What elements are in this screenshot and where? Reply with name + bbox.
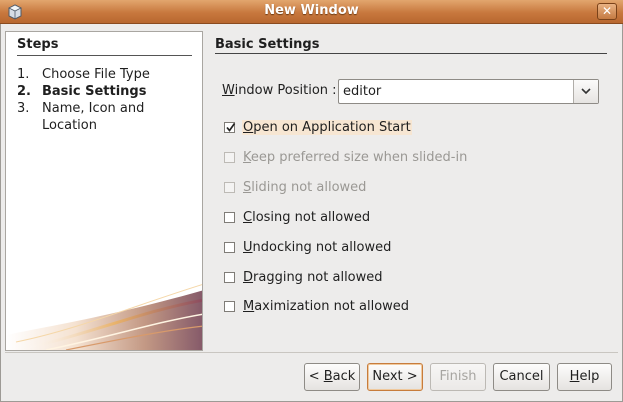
checkmark-icon — [226, 122, 236, 132]
checkbox-label: Sliding not allowed — [243, 179, 367, 195]
window-position-combobox[interactable]: editor — [338, 79, 599, 104]
checkbox-sliding-not-allowed[interactable]: Sliding not allowed — [224, 178, 366, 196]
step-label: Choose File Type — [42, 67, 150, 82]
checkbox-label: Maximization not allowed — [243, 298, 410, 314]
step-number: 1. — [17, 67, 30, 82]
checkbox[interactable] — [224, 300, 235, 312]
checkbox-label: Dragging not allowed — [243, 269, 383, 285]
step-item: 3. Name, Icon and Location — [17, 100, 197, 134]
checkbox-label: Open on Application Start — [242, 119, 412, 135]
checkbox-label: Undocking not allowed — [243, 239, 392, 255]
step-label: Basic Settings — [42, 84, 147, 99]
step-item: 1. Choose File Type — [17, 66, 197, 83]
checkbox[interactable] — [224, 181, 235, 193]
checkbox-dragging-not-allowed[interactable]: Dragging not allowed — [224, 268, 383, 286]
help-button[interactable]: Help — [557, 363, 612, 391]
button-bar-divider — [5, 352, 618, 353]
next-button[interactable]: Next > — [367, 363, 423, 391]
panel-divider — [215, 53, 607, 54]
checkbox-closing-not-allowed[interactable]: Closing not allowed — [224, 208, 370, 226]
panel-title: Basic Settings — [215, 37, 320, 52]
checkbox-open-on-application-start[interactable]: Open on Application Start — [224, 118, 412, 136]
combobox-dropdown-button[interactable] — [573, 80, 598, 103]
step-label: Name, Icon and Location — [42, 101, 145, 133]
finish-button[interactable]: Finish — [430, 363, 486, 391]
checkbox[interactable] — [224, 121, 236, 133]
steps-panel: Steps 1. Choose File Type 2. Basic Setti… — [5, 31, 203, 351]
checkbox[interactable] — [224, 241, 235, 253]
checkbox-label: Keep preferred size when slided-in — [243, 149, 468, 165]
step-number: 3. — [17, 101, 30, 116]
cancel-button[interactable]: Cancel — [493, 363, 550, 391]
window-title: New Window — [264, 3, 359, 18]
steps-divider — [17, 55, 192, 56]
back-button[interactable]: < Back — [304, 363, 360, 391]
step-item-current: 2. Basic Settings — [17, 83, 197, 100]
checkbox-maximization-not-allowed[interactable]: Maximization not allowed — [224, 297, 409, 315]
decorative-swirl-image — [6, 284, 202, 350]
chevron-down-icon — [581, 88, 591, 95]
mnemonic: W — [222, 83, 235, 98]
checkbox-keep-preferred-size[interactable]: Keep preferred size when slided-in — [224, 148, 467, 166]
steps-list: 1. Choose File Type 2. Basic Settings 3.… — [17, 66, 197, 134]
checkbox-undocking-not-allowed[interactable]: Undocking not allowed — [224, 238, 391, 256]
label-rest: indow Position : — [234, 83, 337, 98]
close-button[interactable]: ✕ — [597, 3, 617, 20]
title-bar[interactable]: New Window ✕ — [0, 0, 623, 24]
window-position-label: Window Position : — [222, 83, 337, 98]
checkbox[interactable] — [224, 211, 235, 223]
step-number: 2. — [17, 84, 31, 99]
checkbox[interactable] — [224, 271, 235, 283]
checkbox-label: Closing not allowed — [243, 209, 371, 225]
checkbox[interactable] — [224, 151, 235, 163]
close-icon: ✕ — [601, 4, 613, 18]
steps-title: Steps — [17, 37, 59, 52]
combobox-value[interactable]: editor — [343, 84, 381, 99]
